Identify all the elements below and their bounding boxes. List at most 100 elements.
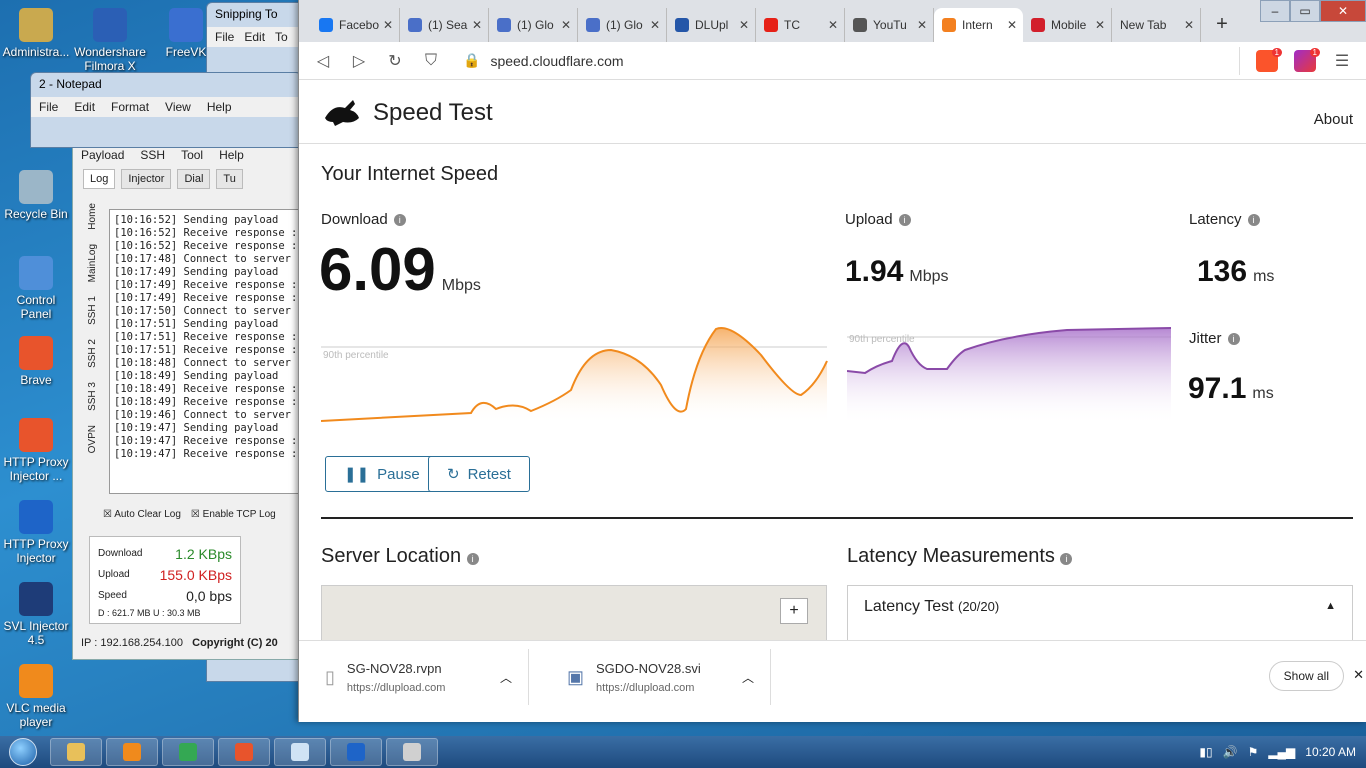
np-menu-help[interactable]: Help: [207, 100, 232, 114]
tab-close-icon[interactable]: ✕: [1006, 18, 1017, 32]
menu-tool[interactable]: Tool: [181, 148, 203, 162]
tab-close-icon[interactable]: ✕: [1095, 18, 1105, 32]
back-icon[interactable]: ◁: [313, 51, 333, 71]
snip-menu-file[interactable]: File: [215, 30, 234, 44]
desktop-icon[interactable]: HTTP Proxy Injector ...: [0, 418, 72, 483]
tab-close-icon[interactable]: ✕: [650, 18, 660, 32]
desktop-icon[interactable]: VLC media player: [0, 664, 72, 729]
side-tab-ssh2[interactable]: SSH 2: [87, 339, 98, 368]
minimize-button[interactable]: –: [1260, 0, 1290, 22]
tab-injector[interactable]: Injector: [121, 169, 172, 189]
info-icon[interactable]: i: [1247, 213, 1260, 226]
tab-close-icon[interactable]: ✕: [561, 18, 571, 32]
info-icon[interactable]: i: [393, 213, 406, 226]
browser-tab[interactable]: DLUpl ✕: [667, 8, 756, 42]
maximize-button[interactable]: ▭: [1290, 0, 1320, 22]
browser-tab[interactable]: Mobile ✕: [1023, 8, 1112, 42]
np-menu-format[interactable]: Format: [111, 100, 149, 114]
tab-log[interactable]: Log: [83, 169, 116, 189]
signal-icon[interactable]: ▂▄▆: [1268, 745, 1295, 759]
info-icon[interactable]: i: [898, 213, 911, 226]
desktop-icon[interactable]: Wondershare Filmora X: [74, 8, 146, 73]
volume-icon[interactable]: 🔊: [1223, 745, 1238, 759]
browser-tab[interactable]: (1) Sea ✕: [400, 8, 489, 42]
tab-tunnel[interactable]: Tu: [216, 169, 243, 189]
side-tab-ovpn[interactable]: OVPN: [87, 425, 98, 453]
side-tab-home[interactable]: Home: [87, 203, 98, 230]
info-icon[interactable]: i: [466, 553, 479, 565]
desktop-icon[interactable]: SVL Injector 4.5: [0, 582, 72, 647]
notepad-window[interactable]: 2 - Notepad File Edit Format View Help: [30, 72, 302, 148]
injector-side-tabs: Home MainLog SSH 1 SSH 2 SSH 3 OVPN: [87, 203, 105, 467]
browser-tab[interactable]: (1) Glo ✕: [489, 8, 578, 42]
close-button[interactable]: ✕: [1320, 0, 1366, 22]
new-tab-button[interactable]: +: [1211, 14, 1233, 36]
tab-close-icon[interactable]: ✕: [1184, 18, 1194, 32]
info-icon[interactable]: i: [1060, 553, 1073, 565]
clock[interactable]: 10:20 AM: [1305, 745, 1356, 759]
desktop-icon[interactable]: Administra...: [0, 8, 72, 59]
side-tab-ssh1[interactable]: SSH 1: [87, 296, 98, 325]
desktop-icon[interactable]: Recycle Bin: [0, 170, 72, 221]
brave-shields-icon[interactable]: 1: [1256, 47, 1282, 72]
retest-button[interactable]: ↻ Retest: [428, 456, 530, 492]
taskbar-button-brave[interactable]: [218, 738, 270, 766]
snip-menu-edit[interactable]: Edit: [244, 30, 265, 44]
download-item[interactable]: ▣ SGDO-NOV28.svi https://dlupload.com ︿: [541, 649, 771, 705]
auto-clear-checkbox[interactable]: ☒ Auto Clear Log: [103, 509, 181, 520]
playlist-icon[interactable]: ☰: [1332, 51, 1352, 71]
pause-button[interactable]: ❚❚ Pause: [325, 456, 439, 492]
np-menu-view[interactable]: View: [165, 100, 191, 114]
close-shelf-icon[interactable]: ✕: [1353, 667, 1364, 683]
collapse-icon[interactable]: ▲: [1325, 600, 1336, 612]
tab-close-icon[interactable]: ✕: [917, 18, 927, 32]
desktop-icon[interactable]: Brave: [0, 336, 72, 387]
menu-ssh[interactable]: SSH: [140, 148, 165, 162]
chevron-up-icon[interactable]: ︿: [742, 669, 754, 686]
latency-test-panel: Latency Test (20/20) ▲: [847, 585, 1353, 640]
np-menu-edit[interactable]: Edit: [74, 100, 95, 114]
tab-close-icon[interactable]: ✕: [472, 18, 482, 32]
chevron-up-icon[interactable]: ︿: [500, 669, 512, 686]
side-tab-mainlog[interactable]: MainLog: [87, 244, 98, 282]
menu-payload[interactable]: Payload: [81, 148, 124, 162]
reload-icon[interactable]: ↻: [385, 51, 405, 71]
flag-icon[interactable]: ⚑: [1248, 745, 1259, 759]
browser-tab[interactable]: Facebo ✕: [311, 8, 400, 42]
forward-icon[interactable]: ▷: [349, 51, 369, 71]
tab-close-icon[interactable]: ✕: [739, 18, 749, 32]
browser-tab[interactable]: Intern ✕: [934, 8, 1023, 42]
info-icon[interactable]: i: [1227, 332, 1240, 345]
bookmark-icon[interactable]: ⛉: [421, 52, 441, 70]
side-tab-ssh3[interactable]: SSH 3: [87, 382, 98, 411]
network-icon[interactable]: ▮▯: [1199, 745, 1212, 759]
taskbar-button-notepad[interactable]: [274, 738, 326, 766]
tab-close-icon[interactable]: ✕: [828, 18, 838, 32]
main-log[interactable]: [10:16:52] Sending payload [10:16:52] Rec…: [109, 209, 311, 494]
taskbar-button-chrome[interactable]: [162, 738, 214, 766]
address-bar[interactable]: 🔒 speed.cloudflare.com: [457, 46, 1240, 75]
desktop-icon[interactable]: Control Panel: [0, 256, 72, 321]
browser-tab[interactable]: (1) Glo ✕: [578, 8, 667, 42]
download-item[interactable]: ▯ SG-NOV28.rvpn https://dlupload.com ︿: [299, 649, 529, 705]
snip-menu-tools[interactable]: To: [275, 30, 288, 44]
browser-tab[interactable]: TC ✕: [756, 8, 845, 42]
taskbar-button-injector[interactable]: [386, 738, 438, 766]
start-button[interactable]: [0, 736, 46, 768]
np-menu-file[interactable]: File: [39, 100, 58, 114]
browser-tab[interactable]: YouTu ✕: [845, 8, 934, 42]
server-map[interactable]: +: [321, 585, 827, 640]
about-link[interactable]: About: [1314, 111, 1353, 128]
tab-dial[interactable]: Dial: [177, 169, 211, 189]
taskbar-button-explorer[interactable]: [50, 738, 102, 766]
tab-close-icon[interactable]: ✕: [383, 18, 393, 32]
taskbar-button-ie[interactable]: [330, 738, 382, 766]
show-all-button[interactable]: Show all: [1268, 661, 1344, 691]
desktop-icon[interactable]: HTTP Proxy Injector: [0, 500, 72, 565]
zoom-in-button[interactable]: +: [780, 598, 808, 624]
rewards-icon[interactable]: 1: [1294, 47, 1320, 72]
taskbar-button-media[interactable]: [106, 738, 158, 766]
browser-tab[interactable]: New Tab ✕: [1112, 8, 1201, 42]
menu-help[interactable]: Help: [219, 148, 244, 162]
tcp-log-checkbox[interactable]: ☒ Enable TCP Log: [191, 509, 276, 520]
